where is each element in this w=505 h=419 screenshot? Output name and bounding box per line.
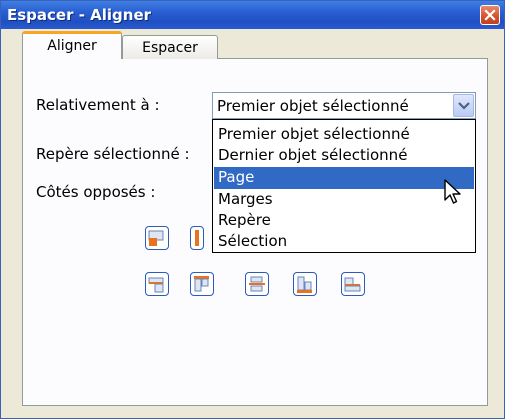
align-left-outside-icon (195, 230, 199, 246)
option-guide[interactable]: Repère (214, 210, 474, 232)
tab-espacer[interactable]: Espacer (122, 35, 218, 59)
center-horizontal-button[interactable] (245, 272, 269, 296)
option-selection[interactable]: Sélection (214, 231, 474, 253)
dropdown-button[interactable] (453, 94, 474, 117)
align-bottom-button[interactable] (293, 272, 317, 296)
relative-to-dropdown-list: Premier objet sélectionné Dernier objet … (212, 119, 476, 253)
tab-aligner[interactable]: Aligner (22, 31, 122, 59)
center-horizontal-icon (249, 276, 265, 292)
align-top-button[interactable] (190, 272, 214, 296)
align-left-button[interactable] (145, 226, 169, 250)
mouse-cursor-icon (444, 179, 461, 204)
chevron-down-icon (458, 102, 470, 110)
window-title: Espacer - Aligner (7, 6, 152, 24)
align-top-icon (194, 276, 209, 292)
align-bottom-icon (297, 276, 312, 293)
align-bottom-outside-icon (344, 277, 361, 292)
relative-to-value: Premier objet sélectionné (217, 97, 409, 115)
option-last-selected[interactable]: Dernier objet sélectionné (214, 145, 474, 167)
align-left-outside-button[interactable] (190, 226, 204, 250)
title-bar[interactable]: Espacer - Aligner (1, 1, 504, 29)
selected-guide-label: Repère sélectionné : (36, 145, 190, 163)
option-first-selected[interactable]: Premier objet sélectionné (214, 124, 474, 146)
option-page[interactable]: Page (214, 167, 474, 189)
relative-to-label: Relativement à : (36, 96, 160, 114)
align-top-outside-icon (148, 277, 164, 293)
opposite-sides-label: Côtés opposés : (36, 183, 156, 201)
align-top-outside-button[interactable] (145, 272, 169, 296)
close-icon (484, 9, 496, 21)
align-bottom-outside-button[interactable] (341, 272, 365, 296)
relative-to-select[interactable]: Premier objet sélectionné (212, 92, 476, 119)
close-button[interactable] (480, 5, 500, 25)
option-margins[interactable]: Marges (214, 189, 474, 211)
align-left-icon (148, 230, 164, 246)
